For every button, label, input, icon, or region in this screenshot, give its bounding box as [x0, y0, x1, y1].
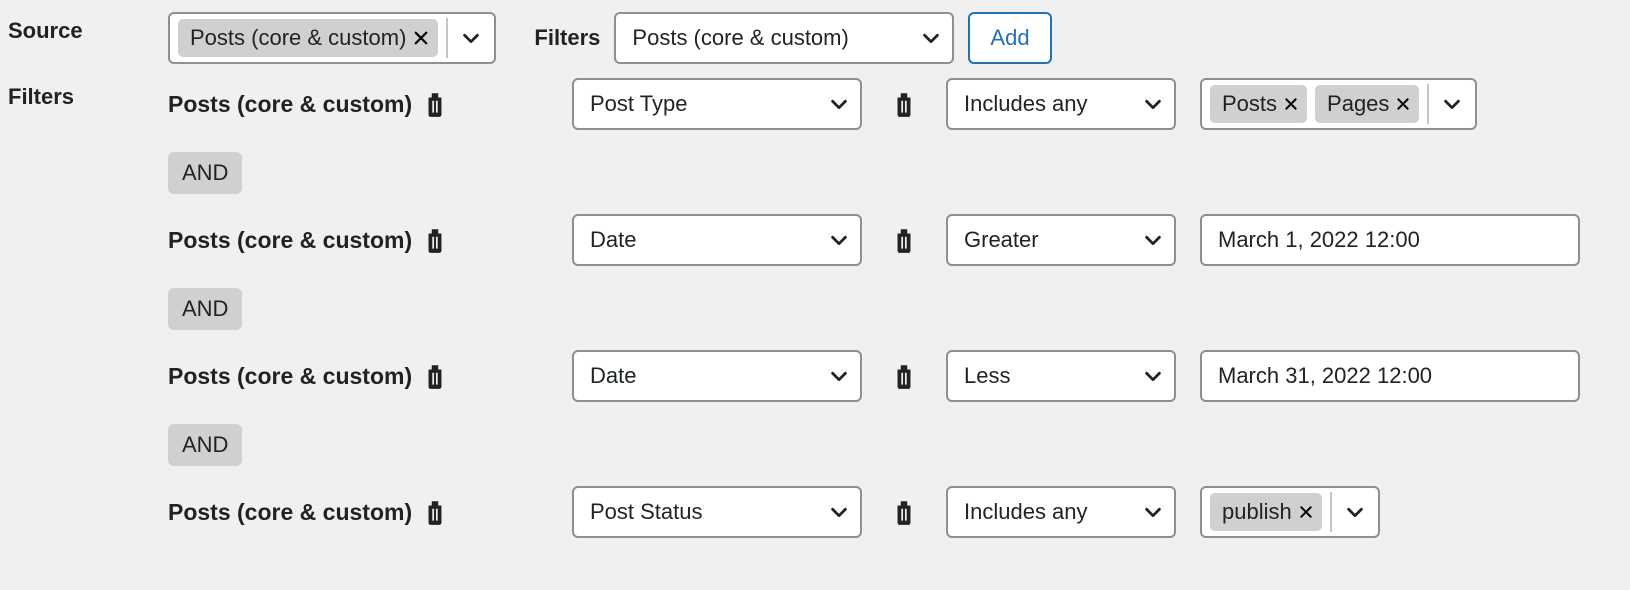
close-icon[interactable] [1298, 504, 1314, 520]
filter-field-select[interactable]: Post Status [572, 486, 862, 538]
chevron-down-icon[interactable] [1332, 488, 1378, 536]
logic-and-badge: AND [168, 152, 242, 194]
filter-group-label: Posts (core & custom) [168, 226, 448, 254]
filter-group-label: Posts (core & custom) [168, 498, 448, 526]
source-label: Source [8, 12, 128, 44]
chevron-down-icon [1142, 365, 1164, 387]
filters-source-select[interactable]: Posts (core & custom) [614, 12, 954, 64]
trash-icon[interactable] [422, 498, 448, 526]
chevron-down-icon [1142, 501, 1164, 523]
filters-source-select-text: Posts (core & custom) [632, 25, 848, 51]
add-button[interactable]: Add [968, 12, 1051, 64]
filter-group-label: Posts (core & custom) [168, 362, 448, 390]
filter-value-combo[interactable]: publish [1200, 486, 1380, 538]
value-chip[interactable]: publish [1210, 493, 1322, 531]
filter-field-select[interactable]: Post Type [572, 78, 862, 130]
source-chip-label: Posts (core & custom) [190, 25, 406, 51]
filter-operator-select[interactable]: Includes any [946, 486, 1176, 538]
filters-side-label: Filters [8, 78, 128, 110]
value-chip[interactable]: Pages [1315, 85, 1419, 123]
chevron-down-icon [828, 229, 850, 251]
trash-icon[interactable] [422, 362, 448, 390]
filter-value-input[interactable]: March 31, 2022 12:00 [1200, 350, 1580, 402]
chevron-down-icon[interactable] [448, 14, 494, 62]
close-icon[interactable] [1395, 96, 1411, 112]
trash-icon[interactable] [891, 498, 917, 526]
chevron-down-icon[interactable] [1429, 80, 1475, 128]
logic-and-badge: AND [168, 288, 242, 330]
close-icon[interactable] [1283, 96, 1299, 112]
value-chip[interactable]: Posts [1210, 85, 1307, 123]
logic-and-badge: AND [168, 424, 242, 466]
trash-icon[interactable] [422, 226, 448, 254]
trash-icon[interactable] [422, 90, 448, 118]
trash-icon[interactable] [891, 362, 917, 390]
close-icon[interactable] [412, 29, 430, 47]
filter-operator-select[interactable]: Greater [946, 214, 1176, 266]
chevron-down-icon [1142, 229, 1164, 251]
filter-value-combo[interactable]: Posts Pages [1200, 78, 1477, 130]
filter-field-select[interactable]: Date [572, 214, 862, 266]
filter-field-select[interactable]: Date [572, 350, 862, 402]
filter-operator-select[interactable]: Includes any [946, 78, 1176, 130]
filters-inline-label: Filters [534, 25, 600, 51]
chevron-down-icon [828, 93, 850, 115]
chevron-down-icon [1142, 93, 1164, 115]
trash-icon[interactable] [891, 90, 917, 118]
source-chip[interactable]: Posts (core & custom) [178, 19, 438, 57]
filter-group-label: Posts (core & custom) [168, 90, 448, 118]
trash-icon[interactable] [891, 226, 917, 254]
chevron-down-icon [920, 27, 942, 49]
filter-value-input[interactable]: March 1, 2022 12:00 [1200, 214, 1580, 266]
chevron-down-icon [828, 501, 850, 523]
source-combo[interactable]: Posts (core & custom) [168, 12, 496, 64]
filter-operator-select[interactable]: Less [946, 350, 1176, 402]
chevron-down-icon [828, 365, 850, 387]
